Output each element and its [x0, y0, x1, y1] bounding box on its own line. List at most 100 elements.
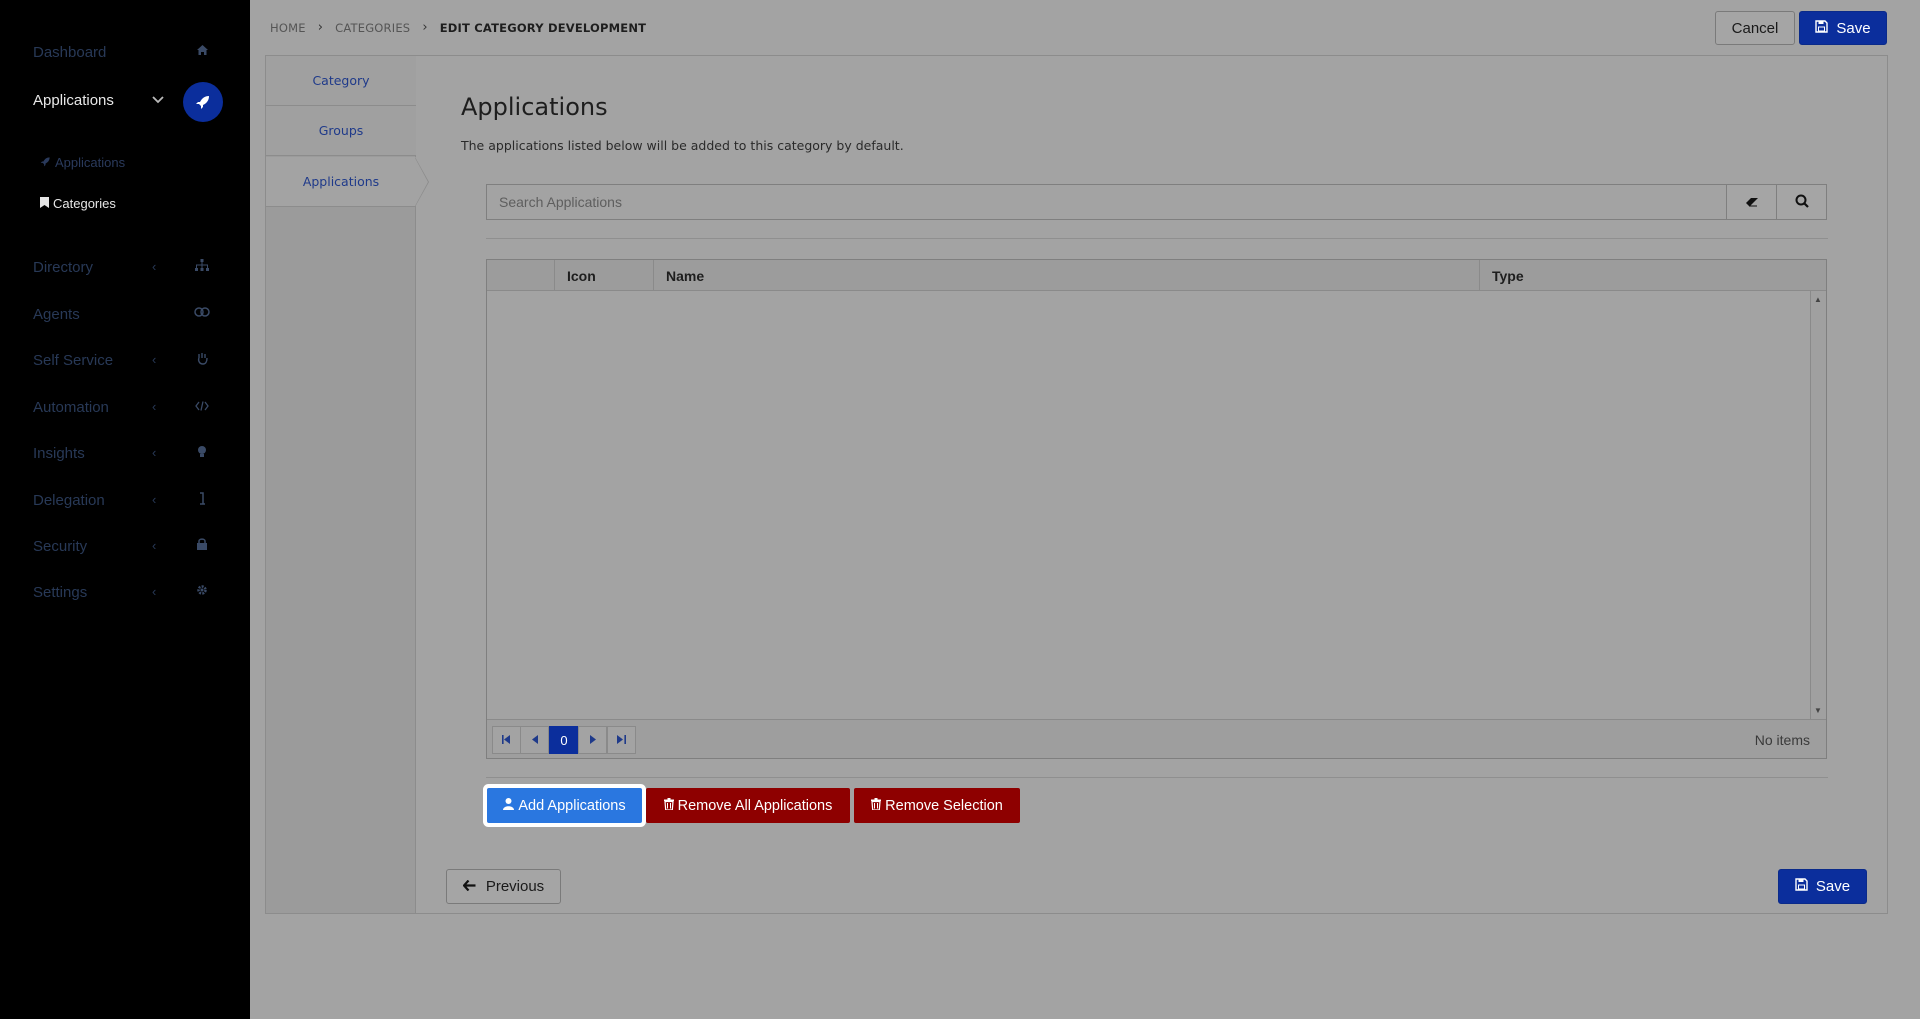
chevron-left-icon: ‹ — [152, 584, 157, 599]
first-page-icon — [502, 734, 511, 746]
sidebar-item-dashboard[interactable]: Dashboard — [0, 32, 250, 72]
next-page-button[interactable] — [578, 726, 607, 754]
eraser-icon — [1745, 194, 1759, 210]
clear-search-button[interactable] — [1726, 184, 1777, 220]
tab-label: Applications — [302, 174, 380, 189]
chevron-down-icon — [152, 92, 164, 107]
save-button-label: Save — [1815, 878, 1851, 895]
breadcrumb-categories[interactable]: CATEGORIES — [335, 21, 410, 35]
first-page-button[interactable] — [492, 726, 521, 754]
sidebar-item-label: Dashboard — [33, 43, 107, 61]
remove-all-applications-button[interactable]: Remove All Applications — [646, 788, 850, 823]
column-header-icon[interactable]: Icon — [554, 260, 653, 291]
sidebar-item-insights[interactable]: Insights ‹ — [0, 433, 250, 473]
chevron-left-icon: ‹ — [152, 259, 157, 274]
add-applications-label: Add Applications — [518, 797, 626, 814]
divider — [486, 777, 1828, 778]
tab-label: Groups — [318, 123, 364, 138]
tab-list: Category Groups Applications — [266, 56, 416, 913]
chevron-left-icon: ‹ — [152, 492, 157, 507]
chevron-left-icon: ‹ — [152, 538, 157, 553]
sidebar-item-label: Applications — [33, 91, 114, 109]
lightbulb-icon — [192, 445, 212, 461]
bookmark-icon — [40, 196, 49, 211]
chevron-right-icon: › — [422, 20, 428, 35]
previous-page-button[interactable] — [520, 726, 549, 754]
tab-groups[interactable]: Groups — [266, 106, 416, 156]
add-applications-button[interactable]: Add Applications — [487, 788, 642, 823]
save-button[interactable]: Save — [1799, 11, 1887, 45]
sidebar-item-label: Self Service — [33, 351, 114, 369]
save-button-label: Save — [1836, 19, 1871, 37]
scroll-up-icon[interactable]: ▲ — [1814, 295, 1822, 304]
agents-icon — [192, 306, 212, 321]
sidebar-subitem-label: Applications — [55, 155, 126, 170]
sidebar-item-label: Insights — [33, 444, 85, 462]
floppy-disk-icon — [1795, 878, 1808, 895]
last-page-icon — [617, 734, 626, 746]
column-header-type[interactable]: Type — [1479, 260, 1826, 291]
floppy-disk-icon — [1815, 19, 1829, 37]
lock-icon — [192, 538, 212, 553]
sitemap-icon — [192, 259, 212, 275]
code-icon — [192, 399, 212, 414]
pager: 0 No items — [487, 719, 1826, 758]
sidebar-item-label: Delegation — [33, 491, 105, 509]
remove-all-applications-label: Remove All Applications — [677, 797, 833, 814]
page-description: The applications listed below will be ad… — [461, 138, 904, 153]
sidebar-item-settings[interactable]: Settings ‹ — [0, 572, 250, 612]
delegation-icon — [192, 492, 212, 508]
sidebar-item-label: Automation — [33, 398, 109, 416]
sidebar-item-delegation[interactable]: Delegation ‹ — [0, 480, 250, 520]
search-placeholder: Search Applications — [499, 194, 622, 210]
breadcrumb-home[interactable]: HOME — [270, 21, 306, 35]
sidebar-subitem-categories[interactable]: Categories — [40, 196, 116, 211]
remove-selection-button[interactable]: Remove Selection — [854, 788, 1020, 823]
previous-button[interactable]: Previous — [446, 869, 561, 904]
column-header-name[interactable]: Name — [653, 260, 1479, 291]
arrow-left-icon — [462, 878, 476, 895]
column-header-select[interactable] — [487, 260, 554, 291]
cancel-button[interactable]: Cancel — [1715, 11, 1795, 45]
search-input[interactable]: Search Applications — [486, 184, 1727, 220]
trash-icon — [663, 797, 674, 814]
hand-icon — [192, 352, 212, 368]
chevron-left-icon: ‹ — [152, 399, 157, 414]
search-button[interactable] — [1776, 184, 1827, 220]
sidebar-item-label: Agents — [33, 305, 80, 323]
save-button-footer[interactable]: Save — [1778, 869, 1867, 904]
remove-selection-label: Remove Selection — [885, 797, 1003, 814]
user-icon — [503, 797, 515, 814]
sidebar-item-directory[interactable]: Directory ‹ — [0, 247, 250, 287]
rocket-icon — [40, 155, 51, 170]
sidebar-subitem-applications[interactable]: Applications — [40, 155, 125, 170]
breadcrumb: HOME › CATEGORIES › EDIT CATEGORY DEVELO… — [270, 20, 646, 35]
current-page[interactable]: 0 — [549, 726, 579, 754]
vertical-scrollbar[interactable]: ▲ ▼ — [1810, 291, 1826, 719]
sidebar-item-self-service[interactable]: Self Service ‹ — [0, 340, 250, 380]
cancel-button-label: Cancel — [1731, 19, 1779, 37]
tab-applications[interactable]: Applications — [266, 157, 416, 207]
caret-left-icon — [531, 734, 538, 746]
rocket-icon[interactable] — [183, 82, 223, 122]
caret-right-icon — [589, 734, 596, 746]
trash-icon — [871, 797, 882, 814]
chevron-left-icon: ‹ — [152, 352, 157, 367]
gear-icon — [192, 584, 212, 599]
chevron-right-icon: › — [317, 20, 324, 35]
active-tab-pointer-fill — [415, 158, 428, 206]
scroll-down-icon[interactable]: ▼ — [1814, 706, 1822, 715]
pager-status: No items — [1754, 731, 1810, 748]
breadcrumb-current: EDIT CATEGORY DEVELOPMENT — [439, 20, 647, 35]
table-header: Icon Name Type — [487, 260, 1826, 291]
sidebar-item-automation[interactable]: Automation ‹ — [0, 387, 250, 427]
last-page-button[interactable] — [607, 726, 636, 754]
chevron-left-icon: ‹ — [152, 445, 157, 460]
sidebar-item-agents[interactable]: Agents — [0, 294, 250, 334]
page-title: Applications — [461, 93, 608, 121]
sidebar: Dashboard Applications Applications Cate… — [0, 0, 250, 1019]
tab-category[interactable]: Category — [266, 56, 416, 106]
sidebar-item-security[interactable]: Security ‹ — [0, 526, 250, 566]
sidebar-subitem-label: Categories — [53, 196, 116, 211]
previous-button-label: Previous — [485, 878, 545, 895]
